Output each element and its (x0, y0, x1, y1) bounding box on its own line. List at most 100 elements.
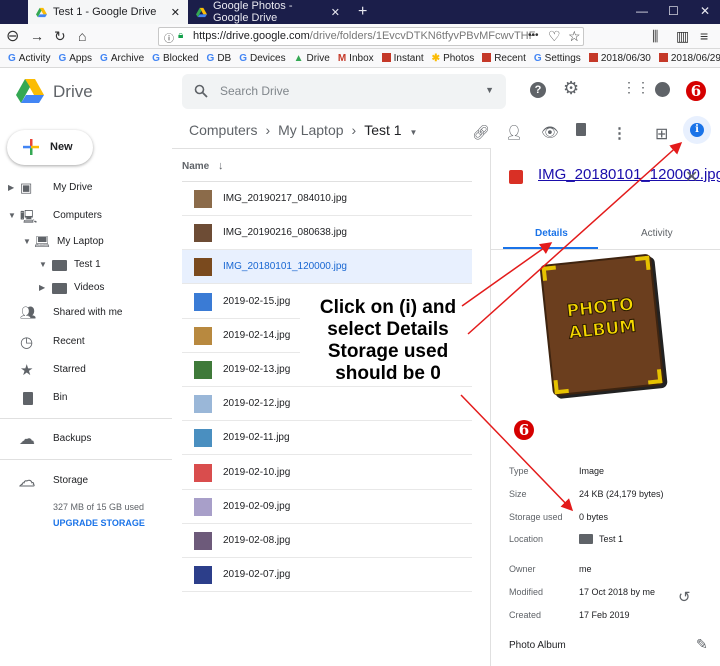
collapse-arrow-icon[interactable]: ▼ (8, 211, 16, 220)
sidebar-item-bin[interactable]: Bin (0, 391, 170, 407)
get-link-icon[interactable]: 🔗︎ (472, 124, 490, 141)
help-icon[interactable]: ? (530, 82, 546, 98)
version-history-icon[interactable]: ↺ (678, 588, 691, 606)
tab-details[interactable]: Details (535, 228, 568, 239)
home-icon[interactable]: ⌂ (78, 28, 86, 44)
file-row[interactable]: 2019-02-10.jpg (182, 456, 472, 490)
bookmark-apps[interactable]: G Apps (58, 53, 92, 64)
bookmark-instant[interactable]: Instant (381, 52, 424, 64)
close-tab-icon[interactable]: ✕ (171, 6, 180, 19)
expand-arrow-icon[interactable]: ▶ (39, 283, 45, 292)
bookmark-inbox[interactable]: M Inbox (338, 53, 374, 64)
collapse-arrow-icon[interactable]: ▼ (39, 260, 47, 269)
step-6-marker: 6 (514, 420, 534, 440)
search-options-icon[interactable]: ▼ (485, 85, 494, 95)
sidebar-item-storage[interactable]: ☁ Storage (0, 473, 170, 491)
sidebar-item-starred[interactable]: ★ Starred (0, 362, 170, 379)
close-details-icon[interactable]: ✕ (685, 167, 698, 187)
album-corner (553, 378, 569, 395)
bookmark-blocked[interactable]: G Blocked (152, 53, 198, 64)
sidebar-item-backups[interactable]: ☁ Backups (0, 431, 170, 448)
search-input[interactable]: Search Drive ▼ (182, 74, 506, 109)
back-icon[interactable]: ⊖ (6, 26, 19, 46)
drive-favicon-icon (36, 7, 47, 17)
file-name: 2019-02-15.jpg (223, 295, 291, 307)
breadcrumb-my-laptop[interactable]: My Laptop (278, 122, 343, 138)
drive-brand[interactable]: Drive (53, 82, 93, 102)
tab-activity[interactable]: Activity (641, 228, 673, 239)
file-row[interactable]: IMG_20190216_080638.jpg (182, 216, 472, 251)
file-row[interactable]: 2019-02-12.jpg (182, 387, 472, 422)
bookmark-star-icon[interactable]: ☆ (568, 28, 581, 45)
new-tab-button[interactable]: + (350, 0, 370, 24)
maximize-icon[interactable]: ☐ (668, 4, 679, 18)
search-icon[interactable] (194, 84, 208, 98)
browser-tab-title: Test 1 - Google Drive (53, 6, 157, 18)
address-bar[interactable]: https://drive.google.com/drive/folders/1… (158, 27, 584, 46)
bookmark-date-1[interactable]: 2018/06/30 (588, 52, 651, 64)
notifications-icon[interactable] (655, 82, 670, 97)
bookmark-photos[interactable]: ✱ Photos (432, 53, 475, 64)
grid-view-icon[interactable]: ⊞ (655, 124, 668, 144)
file-thumbnail (194, 258, 212, 277)
file-row[interactable]: 2019-02-08.jpg (182, 524, 472, 558)
file-thumbnail (194, 292, 212, 311)
file-name: 2019-02-14.jpg (223, 329, 291, 341)
description-text[interactable]: Photo Album (509, 640, 566, 651)
breadcrumb-computers[interactable]: Computers (189, 122, 257, 138)
upgrade-storage-link[interactable]: UPGRADE STORAGE (53, 518, 145, 528)
browser-tab-drive[interactable]: Test 1 - Google Drive ✕ (28, 0, 188, 24)
expand-arrow-icon[interactable]: ▶ (8, 183, 14, 192)
bookmark-date-2[interactable]: 2018/06/29 (658, 52, 720, 64)
reload-icon[interactable]: ↻ (54, 28, 66, 45)
sidebar-item-computers[interactable]: ▼ 🖳︎ Computers (0, 209, 170, 225)
bookmark-devices[interactable]: G Devices (239, 53, 285, 64)
more-actions-icon[interactable]: ⋮ (612, 124, 627, 142)
window-close-icon[interactable]: ✕ (700, 4, 710, 18)
bookmark-activity[interactable]: G Activity (8, 53, 50, 64)
preview-eye-icon[interactable]: 👁︎ (541, 124, 559, 141)
bookmark-recent[interactable]: Recent (482, 52, 526, 64)
sidebar-item-my-laptop[interactable]: ▼ 💻︎ My Laptop (0, 234, 170, 251)
menu-icon[interactable]: ≡ (700, 28, 708, 44)
sort-arrow-icon[interactable]: ↓ (218, 160, 224, 172)
sidebar-item-my-drive[interactable]: ▶ ▣ My Drive (0, 180, 170, 197)
name-column-header[interactable]: Name ↓ (182, 160, 224, 172)
share-icon[interactable]: 👤︎ (505, 124, 523, 141)
minimize-icon[interactable]: — (636, 4, 648, 18)
folder-menu-icon[interactable]: ▼ (409, 128, 417, 137)
view-details-button[interactable]: i (683, 116, 711, 144)
lock-icon[interactable]: 🔒︎ (178, 30, 183, 41)
file-row[interactable]: IMG_20190217_084010.jpg (182, 182, 472, 216)
file-row[interactable]: IMG_20180101_120000.jpg (182, 250, 472, 285)
file-row[interactable]: 2019-02-11.jpg (182, 421, 472, 456)
apps-grid-icon[interactable]: ⋮⋮ (622, 79, 650, 96)
sidebar-item-test-1[interactable]: ▼ Test 1 (0, 258, 170, 274)
edit-pencil-icon[interactable]: ✎ (696, 636, 708, 653)
page-actions-icon[interactable]: ••• (528, 30, 539, 41)
file-row[interactable]: 2019-02-09.jpg (182, 490, 472, 524)
sidebar-item-shared[interactable]: 👥︎ Shared with me (0, 305, 170, 322)
info-icon[interactable]: ⓘ (164, 30, 174, 45)
drive-logo-icon[interactable] (16, 79, 44, 103)
forward-icon[interactable]: → (30, 28, 44, 44)
bookmark-db[interactable]: G DB (207, 53, 232, 64)
library-icon[interactable]: ⫼ (652, 28, 658, 45)
file-row[interactable]: 2019-02-07.jpg (182, 558, 472, 593)
breadcrumb-test-1[interactable]: Test 1 (364, 122, 401, 138)
sidebar-item-recent[interactable]: ◷ Recent (0, 334, 170, 351)
collapse-arrow-icon[interactable]: ▼ (23, 237, 31, 246)
close-tab-icon[interactable]: ✕ (331, 6, 340, 19)
file-thumbnail (194, 497, 212, 516)
browser-tab-photos[interactable]: Google Photos - Google Drive ✕ (188, 0, 348, 24)
new-button[interactable]: New (7, 130, 93, 165)
remove-trash-icon[interactable] (576, 123, 586, 136)
pocket-icon[interactable]: ♡ (548, 28, 561, 45)
bookmark-drive[interactable]: ▲ Drive (294, 53, 330, 64)
bookmark-archive[interactable]: G Archive (100, 53, 144, 64)
bookmark-settings[interactable]: G Settings (534, 53, 581, 64)
sidebar-toggle-icon[interactable]: ▥ (676, 28, 689, 45)
details-title[interactable]: IMG_20180101_120000.jpg (538, 167, 720, 183)
settings-gear-icon[interactable]: ⚙ (563, 78, 579, 99)
sidebar-item-videos[interactable]: ▶ Videos (0, 281, 170, 297)
